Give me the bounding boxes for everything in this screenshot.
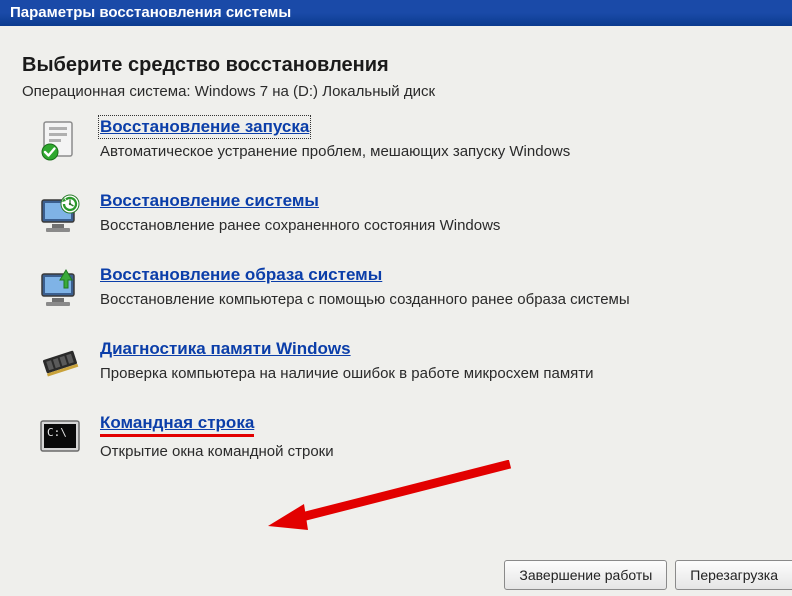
system-restore-desc: Восстановление ранее сохраненного состоя… xyxy=(100,217,770,234)
command-prompt-link[interactable]: Командная строка xyxy=(100,413,254,437)
image-recovery-icon xyxy=(36,264,84,312)
memory-diagnostic-link[interactable]: Диагностика памяти Windows xyxy=(100,339,351,359)
window-titlebar: Параметры восстановления системы xyxy=(0,0,792,26)
image-recovery-desc: Восстановление компьютера с помощью созд… xyxy=(100,291,770,308)
startup-repair-icon xyxy=(36,116,84,164)
option-image-recovery: Восстановление образа системы Восстановл… xyxy=(36,264,770,312)
recovery-options-list: Восстановление запуска Автоматическое ус… xyxy=(22,116,770,460)
restart-button[interactable]: Перезагрузка xyxy=(675,560,792,590)
option-command-prompt: C:\ Командная строка Открытие окна коман… xyxy=(36,412,770,460)
annotation-arrow xyxy=(260,460,520,520)
content-area: Выберите средство восстановления Операци… xyxy=(0,26,792,596)
svg-text:C:\: C:\ xyxy=(47,426,67,439)
command-prompt-icon: C:\ xyxy=(36,412,84,460)
memory-diagnostic-icon xyxy=(36,338,84,386)
option-text: Восстановление образа системы Восстановл… xyxy=(100,264,770,308)
option-system-restore: Восстановление системы Восстановление ра… xyxy=(36,190,770,238)
window-title: Параметры восстановления системы xyxy=(10,4,291,21)
option-text: Диагностика памяти Windows Проверка комп… xyxy=(100,338,770,382)
image-recovery-link[interactable]: Восстановление образа системы xyxy=(100,265,382,285)
system-restore-icon xyxy=(36,190,84,238)
option-text: Восстановление системы Восстановление ра… xyxy=(100,190,770,234)
shutdown-button[interactable]: Завершение работы xyxy=(504,560,667,590)
system-restore-link[interactable]: Восстановление системы xyxy=(100,191,319,211)
memory-diagnostic-desc: Проверка компьютера на наличие ошибок в … xyxy=(100,365,770,382)
button-bar: Завершение работы Перезагрузка xyxy=(504,560,792,590)
command-prompt-desc: Открытие окна командной строки xyxy=(100,443,770,460)
option-text: Командная строка Открытие окна командной… xyxy=(100,412,770,460)
os-info-line: Операционная система: Windows 7 на (D:) … xyxy=(22,83,770,100)
option-memory-diagnostic: Диагностика памяти Windows Проверка комп… xyxy=(36,338,770,386)
startup-repair-link[interactable]: Восстановление запуска xyxy=(100,117,309,137)
option-text: Восстановление запуска Автоматическое ус… xyxy=(100,116,770,160)
section-title: Выберите средство восстановления xyxy=(22,54,770,77)
option-startup-repair: Восстановление запуска Автоматическое ус… xyxy=(36,116,770,164)
startup-repair-desc: Автоматическое устранение проблем, мешаю… xyxy=(100,143,770,160)
